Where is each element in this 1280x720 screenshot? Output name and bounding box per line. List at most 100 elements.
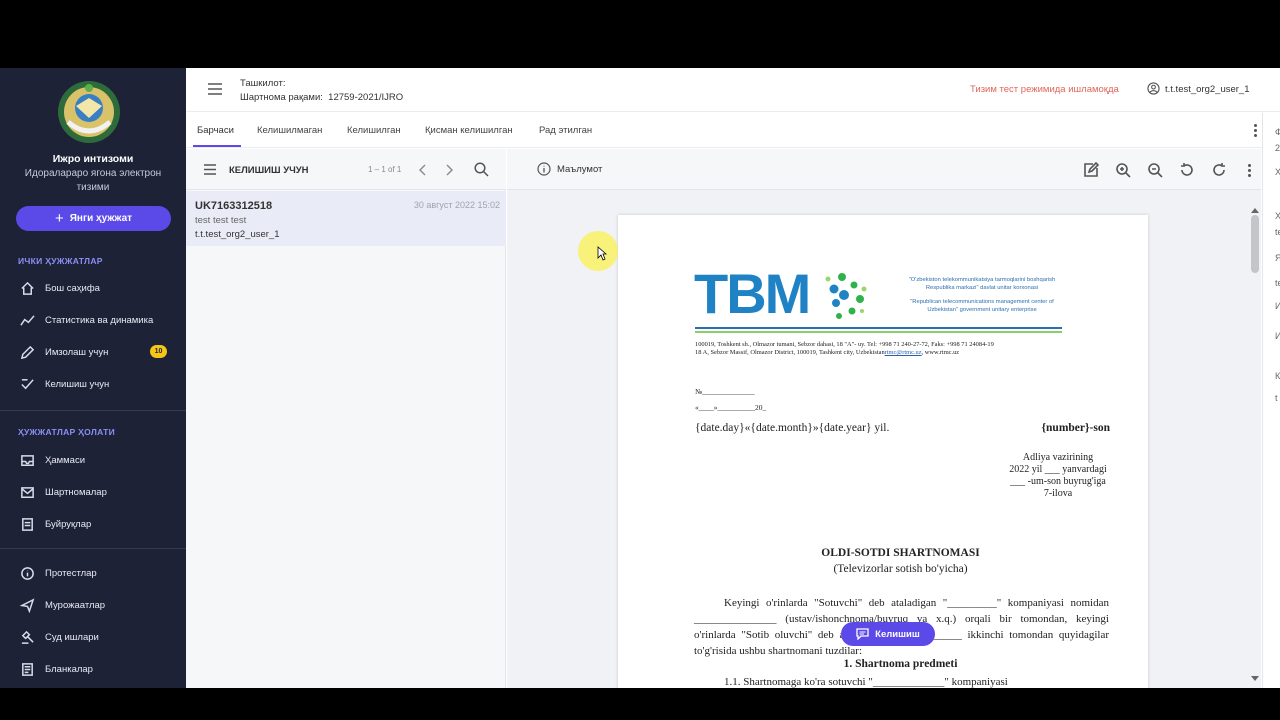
doc-more-options-icon[interactable] [1248, 164, 1251, 177]
sidebar-item-label: Бош саҳифа [45, 282, 100, 294]
right-panel-text: te [1275, 227, 1280, 237]
sidebar-item-agree[interactable]: Келишиш учун [0, 372, 186, 396]
app-window: Ижро интизоми Идораларaро ягона электрон… [0, 68, 1280, 688]
list-menu-icon[interactable] [204, 164, 216, 175]
tab-partially-agreed[interactable]: Қисман келишилган [425, 125, 513, 136]
sidebar: Ижро интизоми Идораларaро ягона электрон… [0, 68, 186, 688]
inbox-icon [18, 451, 36, 469]
header-rule-blue [695, 327, 1062, 329]
tab-all[interactable]: Барчаси [197, 125, 234, 136]
org-name: Ижро интизоми [52, 153, 134, 165]
sidebar-item-home[interactable]: Бош саҳифа [0, 276, 186, 300]
chevron-left-icon[interactable] [419, 164, 427, 176]
sidebar-item-label: Шартномалар [45, 486, 107, 498]
document-scrollbar[interactable] [1249, 207, 1261, 682]
zoom-in-icon[interactable] [1115, 162, 1131, 178]
search-icon[interactable] [474, 162, 489, 177]
sidebar-item-sign[interactable]: Имзолаш учун 10 [0, 340, 186, 364]
top-bar: Ташкилот: Шартнома рақами: 12759-2021/IJ… [186, 68, 1280, 112]
org-name-uz: "O'zbekiston telekommunikatsiya tarmoqla… [908, 277, 1056, 291]
header-rule-green [695, 331, 1062, 333]
right-panel-text: Х [1275, 211, 1280, 221]
scroll-down-icon[interactable] [1251, 676, 1259, 682]
mail-icon [18, 483, 36, 501]
address-email-link[interactable]: rtmc@rtmc.uz [885, 349, 922, 356]
contract-number: 12759-2021/IJRO [328, 92, 404, 103]
sidebar-item-orders[interactable]: Буйруқлар [0, 512, 186, 536]
sidebar-item-label: Имзолаш учун [45, 346, 109, 358]
info-icon [18, 564, 36, 582]
section-heading: 1. Shartnoma predmeti [843, 658, 958, 670]
edit-icon[interactable] [1083, 161, 1100, 178]
appendix-line: Adliya vazirining [1022, 452, 1094, 463]
agree-label: Келишиш [875, 628, 920, 640]
sidebar-item-court[interactable]: Суд ишлари [0, 625, 186, 649]
right-panel-text: Х [1275, 167, 1280, 177]
sidebar-item-contracts[interactable]: Шартномалар [0, 480, 186, 504]
sidebar-item-label: Келишиш учун [45, 378, 110, 390]
sidebar-item-all[interactable]: Ҳаммаси [0, 448, 186, 472]
send-icon [18, 596, 36, 614]
sidebar-item-label: Статистика ва динамика [45, 314, 154, 326]
appendix-line: 2022 yil ___ yanvardagi [1009, 464, 1107, 475]
pagination-count: 1 – 1 of 1 [368, 165, 402, 174]
rotate-left-icon[interactable] [1179, 162, 1195, 178]
address-text: 18 A, Sebzor Massif, Olmazor District, 1… [695, 349, 885, 356]
tab-rejected[interactable]: Рад этилган [539, 125, 592, 136]
tab-not-agreed[interactable]: Келишилмаган [257, 125, 322, 136]
section-doc-status: ҲУЖЖАТЛАР ҲОЛАТИ [18, 427, 116, 437]
refresh-icon[interactable] [1211, 162, 1227, 178]
address-site: , www.rtmc.uz [921, 349, 960, 356]
right-info-panel: Ф 2 Х Х te Я te И И К t [1262, 113, 1280, 688]
agree-button[interactable]: Келишиш [841, 622, 935, 646]
document-id: UK7163312518 [195, 200, 273, 212]
check-icon [18, 375, 36, 393]
right-panel-text: t [1275, 393, 1278, 403]
user-name[interactable]: t.t.test_org2_user_1 [1165, 84, 1250, 95]
sidebar-item-label: Мурожаатлар [45, 599, 106, 611]
document-author: t.t.test_org2_user_1 [195, 229, 280, 240]
right-panel-text: 2 [1275, 143, 1280, 153]
date-line: {date.day}«{date.month}»{date.year} yil. [695, 422, 890, 434]
svg-text:TBM: TBM [694, 263, 809, 323]
user-icon[interactable] [1147, 82, 1160, 95]
chat-icon [856, 628, 869, 640]
sidebar-item-statistics[interactable]: Статистика ва динамика [0, 308, 186, 332]
address-line-2: 18 A, Sebzor Massif, Olmazor District, 1… [695, 349, 1095, 357]
number-line: {number}-son [1041, 422, 1111, 434]
document-page: TBM "O'zbekiston telekommunikatsiya tarm… [618, 215, 1148, 688]
document-icon [18, 515, 36, 533]
document-toolbar: Маълумот [507, 149, 1261, 190]
zoom-out-icon[interactable] [1147, 162, 1163, 178]
sidebar-item-protests[interactable]: Протестлар [0, 561, 186, 585]
right-panel-text: Ф [1275, 127, 1280, 137]
right-panel-text: te [1275, 278, 1280, 288]
info-label: Маълумот [557, 163, 603, 175]
sidebar-item-appeals[interactable]: Мурожаатлар [0, 593, 186, 617]
list-title: КЕЛИШИШ УЧУН [229, 165, 309, 176]
info-button[interactable]: Маълумот [537, 162, 602, 176]
document-title: OLDI-SOTDI SHARTNOMASI [821, 547, 980, 559]
scrollbar-thumb[interactable] [1251, 215, 1259, 273]
info-icon [537, 162, 551, 176]
section-internal-docs: ИЧКИ ҲУЖЖАТЛАР [18, 256, 103, 266]
chart-icon [18, 311, 36, 329]
more-options-icon[interactable] [1254, 124, 1257, 137]
list-item[interactable]: UK7163312518 30 август 2022 15:02 test t… [186, 191, 506, 246]
mouse-pointer-icon [597, 246, 607, 261]
document-subtitle: (Televizorlar sotish bo'yicha) [833, 563, 968, 575]
scroll-up-icon[interactable] [1251, 207, 1259, 213]
clause-paragraph: 1.1. Shartnomaga ko'ra sotuvchi "_______… [724, 676, 1008, 688]
hamburger-menu-icon[interactable] [208, 83, 222, 95]
home-icon [18, 279, 36, 297]
sidebar-item-label: Бланкалар [45, 663, 93, 675]
org-subtitle: Идораларaро ягона электрон тизими [24, 168, 162, 193]
chevron-right-icon[interactable] [445, 164, 453, 176]
sidebar-item-forms[interactable]: Бланкалар [0, 657, 186, 681]
tab-agreed[interactable]: Келишилган [347, 125, 401, 136]
new-document-button[interactable]: + Янги ҳужжат [16, 206, 171, 231]
right-panel-text: Я [1275, 253, 1280, 263]
document-list-panel: КЕЛИШИШ УЧУН 1 – 1 of 1 UK7163312518 30 … [186, 149, 506, 688]
organization-label: Ташкилот: [240, 78, 286, 89]
sidebar-divider [0, 548, 186, 549]
